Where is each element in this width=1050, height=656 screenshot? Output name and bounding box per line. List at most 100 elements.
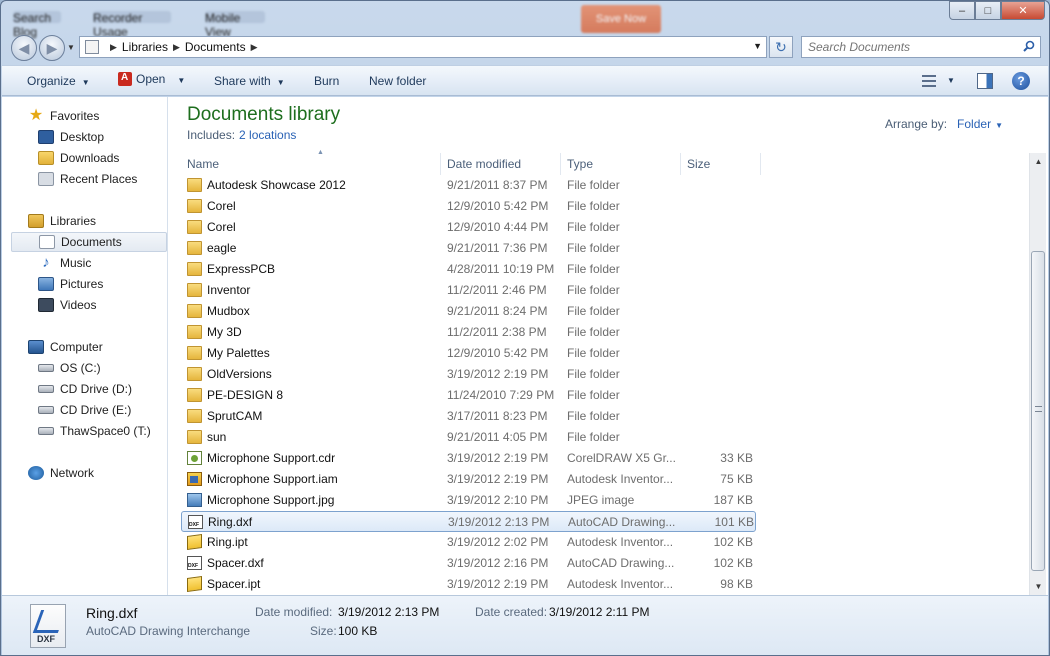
search-box[interactable] xyxy=(801,36,1041,58)
column-header-date-modified[interactable]: Date modified xyxy=(441,153,561,175)
breadcrumb-separator-icon[interactable]: ▶ xyxy=(110,42,117,53)
recent-places-icon xyxy=(38,172,54,186)
file-row[interactable]: Corel 12/9/2010 5:42 PM File folder xyxy=(181,196,756,217)
preview-pane-icon[interactable] xyxy=(977,73,993,89)
file-row[interactable]: Ring.ipt 3/19/2012 2:02 PM Autodesk Invent… xyxy=(181,532,756,553)
file-row[interactable]: Inventor 11/2/2011 2:46 PM File folder xyxy=(181,280,756,301)
column-header-type[interactable]: Type xyxy=(561,153,681,175)
folder-icon xyxy=(187,178,202,192)
cd-drive-icon xyxy=(38,385,54,393)
column-header-size[interactable]: Size xyxy=(681,153,761,175)
search-input[interactable] xyxy=(808,40,1018,54)
file-row[interactable]: Spacer.dxf 3/19/2012 2:16 PM AutoCAD Drawi… xyxy=(181,553,756,574)
jpg-file-icon xyxy=(187,493,202,507)
breadcrumb-separator-icon[interactable]: ▶ xyxy=(251,42,258,53)
sidebar-item-desktop[interactable]: Desktop xyxy=(38,127,104,147)
sidebar-item-computer[interactable]: Computer xyxy=(28,337,103,357)
file-type: Autodesk Inventor... xyxy=(567,535,674,549)
sidebar-item-label: Desktop xyxy=(60,130,105,144)
file-row[interactable]: sun 9/21/2011 4:05 PM File folder xyxy=(181,427,756,448)
sidebar-item-os-c[interactable]: OS (C:) xyxy=(38,358,101,378)
search-icon[interactable] xyxy=(1023,40,1035,52)
file-row[interactable]: PE-DESIGN 8 11/24/2010 7:29 PM File folder xyxy=(181,385,756,406)
organize-button[interactable]: Organize ▼ xyxy=(27,74,90,88)
back-button[interactable]: ◀ xyxy=(11,35,37,61)
sidebar-item-label: Documents xyxy=(61,235,122,249)
navigation-pane: ★ Favorites Desktop Downloads Recent Plac… xyxy=(2,97,168,595)
arrange-by-dropdown[interactable]: Folder xyxy=(957,117,991,131)
refresh-button[interactable]: ↻ xyxy=(769,36,793,58)
share-with-label: Share with xyxy=(214,74,271,88)
maximize-button[interactable]: □ xyxy=(975,1,1001,20)
folder-icon xyxy=(187,409,202,423)
folder-icon xyxy=(187,304,202,318)
sidebar-item-videos[interactable]: Videos xyxy=(38,295,96,315)
breadcrumb-separator-icon[interactable]: ▶ xyxy=(173,42,180,53)
file-date: 12/9/2010 5:42 PM xyxy=(447,346,549,360)
sidebar-item-cd-drive-e[interactable]: CD Drive (E:) xyxy=(38,400,131,420)
file-row[interactable]: Corel 12/9/2010 4:44 PM File folder xyxy=(181,217,756,238)
open-button[interactable]: Open ▼ xyxy=(118,72,185,86)
sidebar-item-network[interactable]: Network xyxy=(28,463,94,483)
file-type: Autodesk Inventor... xyxy=(567,472,674,486)
file-row[interactable]: SprutCAM 3/17/2011 8:23 PM File folder xyxy=(181,406,756,427)
chevron-down-icon[interactable]: ▼ xyxy=(995,121,1003,130)
folder-icon xyxy=(187,262,202,276)
sidebar-item-music[interactable]: ♪ Music xyxy=(38,253,91,273)
new-folder-button[interactable]: New folder xyxy=(369,74,426,88)
scroll-down-button[interactable]: ▼ xyxy=(1030,578,1047,595)
sidebar-item-cd-drive-d[interactable]: CD Drive (D:) xyxy=(38,379,132,399)
file-size: 33 KB xyxy=(720,451,753,465)
scroll-up-button[interactable]: ▲ xyxy=(1030,153,1047,170)
chevron-down-icon[interactable]: ▼ xyxy=(177,76,185,85)
downloads-folder-icon xyxy=(38,151,54,165)
sidebar-item-downloads[interactable]: Downloads xyxy=(38,148,119,168)
sidebar-item-pictures[interactable]: Pictures xyxy=(38,274,103,294)
folder-icon xyxy=(187,346,202,360)
file-row[interactable]: Spacer.ipt 3/19/2012 2:19 PM Autodesk Inve… xyxy=(181,574,756,595)
sidebar-item-label: Downloads xyxy=(60,151,120,165)
scrollbar-thumb[interactable] xyxy=(1031,251,1045,571)
breadcrumb-documents[interactable]: Documents xyxy=(185,40,246,54)
sidebar-item-thawspace[interactable]: ThawSpace0 (T:) xyxy=(38,421,151,441)
sidebar-item-recent-places[interactable]: Recent Places xyxy=(38,169,137,189)
file-row[interactable]: Ring.dxf 3/19/2012 2:13 PM AutoCAD Drawing… xyxy=(181,511,756,532)
recent-pages-dropdown[interactable]: ▼ xyxy=(67,43,75,52)
file-row[interactable]: Microphone Support.cdr 3/19/2012 2:19 PM C… xyxy=(181,448,756,469)
library-title: Documents library xyxy=(187,104,341,125)
change-view-icon[interactable] xyxy=(922,75,936,87)
file-row[interactable]: Microphone Support.iam 3/19/2012 2:19 PM A… xyxy=(181,469,756,490)
file-row[interactable]: Mudbox 9/21/2011 8:24 PM File folder xyxy=(181,301,756,322)
file-row[interactable]: OldVersions 3/19/2012 2:19 PM File folder xyxy=(181,364,756,385)
column-header-name[interactable]: Name xyxy=(181,153,441,175)
file-row[interactable]: Microphone Support.jpg 3/19/2012 2:10 PM J… xyxy=(181,490,756,511)
sidebar-item-label: Computer xyxy=(50,340,103,354)
file-size: 75 KB xyxy=(720,472,753,486)
file-row[interactable]: eagle 9/21/2011 7:36 PM File folder xyxy=(181,238,756,259)
file-row[interactable]: ExpressPCB 4/28/2011 10:19 PM File folder xyxy=(181,259,756,280)
vertical-scrollbar[interactable]: ▲ ▼ xyxy=(1029,153,1046,595)
refresh-icon: ↻ xyxy=(775,38,787,55)
file-row[interactable]: My Palettes 12/9/2010 5:42 PM File folder xyxy=(181,343,756,364)
sidebar-item-label: Pictures xyxy=(60,277,104,291)
file-date: 9/21/2011 4:05 PM xyxy=(447,430,548,444)
share-with-button[interactable]: Share with ▼ xyxy=(214,74,285,88)
file-type: File folder xyxy=(567,241,620,255)
burn-button[interactable]: Burn xyxy=(314,74,339,88)
music-note-icon: ♪ xyxy=(42,254,50,271)
file-name: Microphone Support.jpg xyxy=(207,493,335,507)
address-history-dropdown[interactable]: ▼ xyxy=(753,41,762,51)
minimize-button[interactable]: – xyxy=(949,1,975,20)
close-button[interactable]: ✕ xyxy=(1001,1,1045,20)
sidebar-item-documents[interactable]: Documents xyxy=(11,232,167,252)
address-bar[interactable]: ▶ Libraries ▶ Documents ▶ ▼ xyxy=(79,36,767,58)
sidebar-item-favorites[interactable]: ★ Favorites xyxy=(28,106,100,126)
sidebar-item-libraries[interactable]: Libraries xyxy=(28,211,96,231)
help-icon[interactable]: ? xyxy=(1012,72,1030,90)
breadcrumb-libraries[interactable]: Libraries xyxy=(122,40,168,54)
file-row[interactable]: Autodesk Showcase 2012 9/21/2011 8:37 PM F… xyxy=(181,175,756,196)
forward-button[interactable]: ▶ xyxy=(39,35,65,61)
file-row[interactable]: My 3D 11/2/2011 2:38 PM File folder xyxy=(181,322,756,343)
view-options-dropdown[interactable]: ▼ xyxy=(947,76,955,85)
locations-link[interactable]: 2 locations xyxy=(239,128,296,142)
